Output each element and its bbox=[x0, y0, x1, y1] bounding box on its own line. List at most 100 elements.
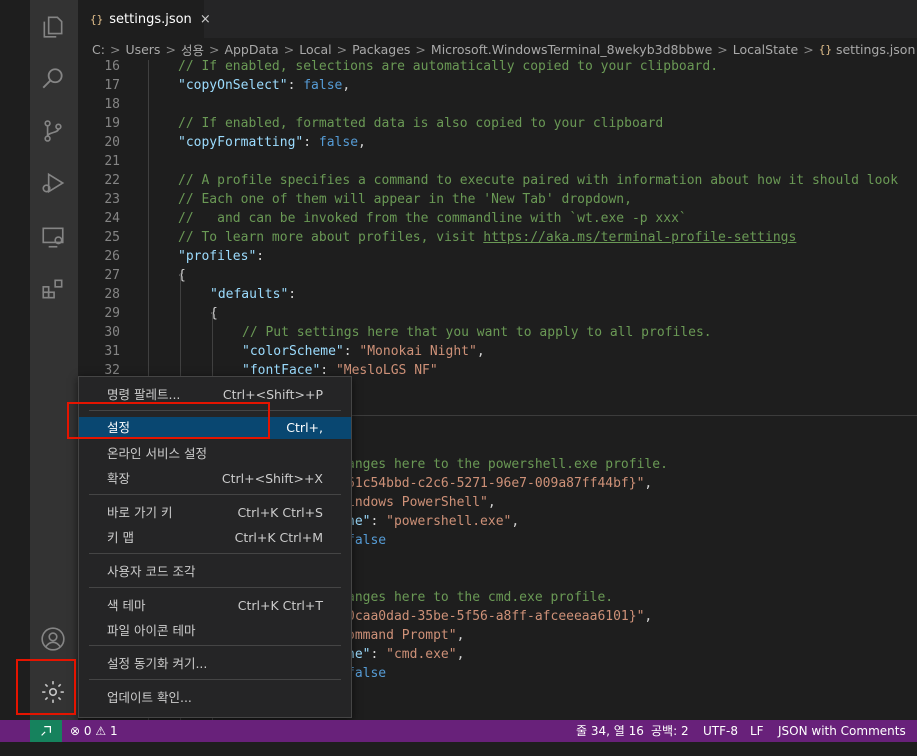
annotation-highlight-settings bbox=[67, 402, 270, 439]
error-count: 0 bbox=[83, 724, 92, 738]
code-line: anges here to the powershell.exe profile… bbox=[347, 457, 668, 472]
encoding[interactable]: UTF-8 bbox=[703, 723, 738, 739]
code-line: 20 "copyFormatting": false, bbox=[78, 133, 917, 152]
json-file-icon: {} bbox=[818, 42, 832, 56]
code-text: // To learn more about profiles, visit h… bbox=[178, 230, 797, 245]
code-line: 18 bbox=[78, 95, 917, 114]
menu-item[interactable]: 키 맵 Ctrl+K Ctrl+M bbox=[79, 527, 351, 549]
code-text: // If enabled, formatted data is also co… bbox=[178, 116, 664, 131]
tab-settings-json[interactable]: {} settings.json × bbox=[78, 0, 211, 38]
code-text: // Each one of them will appear in the '… bbox=[178, 192, 632, 207]
code-line: 31 "colorScheme": "Monokai Night", bbox=[78, 342, 917, 361]
explorer-icon[interactable] bbox=[36, 10, 70, 44]
annotation-highlight-gear bbox=[16, 659, 76, 715]
menu-item-label: 사용자 코드 조각 bbox=[107, 564, 196, 579]
remote-explorer-icon[interactable] bbox=[36, 220, 70, 254]
menu-item-shortcut: Ctrl+K Ctrl+M bbox=[234, 530, 323, 545]
problems-indicator[interactable]: ⊗ 0 ⚠ 1 bbox=[70, 723, 118, 739]
close-icon[interactable]: × bbox=[200, 12, 211, 27]
menu-item-label: 키 맵 bbox=[107, 530, 134, 545]
menu-item[interactable]: 온라인 서비스 설정 bbox=[79, 443, 351, 465]
menu-item[interactable]: 설정 동기화 켜기... bbox=[79, 653, 351, 675]
menu-separator bbox=[89, 587, 341, 588]
code-text: "profiles": bbox=[178, 249, 265, 264]
menu-item-shortcut: Ctrl+K Ctrl+S bbox=[237, 505, 323, 520]
line-number: 20 bbox=[104, 135, 120, 150]
menu-item-shortcut: Ctrl+K Ctrl+T bbox=[237, 598, 323, 613]
tab-title: settings.json bbox=[109, 11, 192, 27]
line-number: 28 bbox=[104, 287, 120, 302]
menu-item[interactable]: 확장 Ctrl+<Shift>+X bbox=[79, 468, 351, 490]
search-icon[interactable] bbox=[36, 62, 70, 96]
warning-icon: ⚠ bbox=[95, 724, 107, 738]
activity-strip bbox=[30, 0, 78, 720]
breadcrumb-item[interactable]: settings.json bbox=[836, 42, 915, 57]
menu-item-label: 확장 bbox=[107, 471, 131, 486]
code-line: 61c54bbd-c2c6-5271-96e7-009a87ff44bf}", bbox=[347, 476, 653, 491]
cursor-position[interactable]: 줄 34, 열 16 bbox=[576, 723, 644, 739]
breadcrumb-item[interactable]: AppData bbox=[224, 42, 278, 57]
line-number: 21 bbox=[104, 154, 120, 169]
code-line: 29{ bbox=[78, 304, 917, 323]
breadcrumb-item[interactable]: Users bbox=[125, 42, 160, 57]
code-line: 28 "defaults": bbox=[78, 285, 917, 304]
line-number: 18 bbox=[104, 97, 120, 112]
breadcrumb-item[interactable]: 성용 bbox=[181, 40, 204, 59]
line-number: 19 bbox=[104, 116, 120, 131]
menu-item[interactable]: 색 테마 Ctrl+K Ctrl+T bbox=[79, 595, 351, 617]
remote-icon bbox=[41, 726, 51, 736]
code-line: 0caa0dad-35be-5f56-a8ff-afceeeaa6101}", bbox=[347, 609, 653, 624]
line-number: 24 bbox=[104, 211, 120, 226]
warning-count: 1 bbox=[109, 724, 118, 738]
line-number: 26 bbox=[104, 249, 120, 264]
menu-item-label: 설정 동기화 켜기... bbox=[107, 656, 208, 671]
breadcrumb-item[interactable]: LocalState bbox=[733, 42, 799, 57]
code-text: // A profile specifies a command to exec… bbox=[178, 173, 899, 188]
code-text: "defaults": bbox=[210, 287, 297, 302]
menu-item[interactable]: 업데이트 확인... bbox=[79, 687, 351, 709]
code-line: 19 // If enabled, formatted data is also … bbox=[78, 114, 917, 133]
code-line: false bbox=[347, 533, 387, 548]
menu-item-shortcut: Ctrl+, bbox=[286, 420, 323, 435]
menu-item[interactable]: 사용자 코드 조각 bbox=[79, 561, 351, 583]
line-number: 22 bbox=[104, 173, 120, 188]
extensions-icon[interactable] bbox=[36, 272, 70, 306]
left-gutter bbox=[0, 0, 30, 720]
source-control-icon[interactable] bbox=[36, 114, 70, 148]
menu-item-label: 색 테마 bbox=[107, 598, 146, 613]
line-number: 23 bbox=[104, 192, 120, 207]
line-number: 25 bbox=[104, 230, 120, 245]
code-text: "colorScheme": "Monokai Night", bbox=[242, 344, 485, 359]
status-bar: ⊗ 0 ⚠ 1 줄 34, 열 16 공백: 2 UTF-8 LF JSON w… bbox=[0, 720, 917, 756]
code-line: anges here to the cmd.exe profile. bbox=[347, 590, 614, 605]
indentation[interactable]: 공백: 2 bbox=[651, 723, 689, 739]
code-line: 16 // If enabled, selections are automati… bbox=[78, 60, 917, 76]
breadcrumb: C: > Users > 성용 > AppData > Local > Packages >… bbox=[78, 38, 917, 60]
menu-separator bbox=[89, 553, 341, 554]
code-text: "copyOnSelect": false, bbox=[178, 78, 351, 93]
menu-separator bbox=[89, 494, 341, 495]
account-icon[interactable] bbox=[36, 622, 70, 656]
menu-item-label: 바로 가기 키 bbox=[107, 505, 173, 520]
menu-item[interactable]: 바로 가기 키 Ctrl+K Ctrl+S bbox=[79, 502, 351, 524]
status-bar-underline bbox=[0, 742, 917, 756]
activity-bar bbox=[0, 0, 78, 720]
menu-item[interactable]: 파일 아이콘 테마 bbox=[79, 620, 351, 642]
menu-item-shortcut: Ctrl+<Shift>+X bbox=[221, 471, 323, 486]
code-line: 25 // To learn more about profiles, visit… bbox=[78, 228, 917, 247]
code-line: 30 // Put settings here that you want to … bbox=[78, 323, 917, 342]
code-text: "copyFormatting": false, bbox=[178, 135, 366, 150]
menu-separator bbox=[89, 679, 341, 680]
code-line: ne": "powershell.exe", bbox=[347, 514, 520, 529]
code-line: 23 // Each one of them will appear in the… bbox=[78, 190, 917, 209]
breadcrumb-item[interactable]: Packages bbox=[352, 42, 410, 57]
run-debug-icon[interactable] bbox=[36, 166, 70, 200]
remote-indicator[interactable] bbox=[30, 720, 62, 742]
end-of-line[interactable]: LF bbox=[750, 723, 764, 739]
menu-item-label: 파일 아이콘 테마 bbox=[107, 623, 196, 638]
language-mode[interactable]: JSON with Comments bbox=[778, 723, 906, 739]
breadcrumb-item[interactable]: Local bbox=[299, 42, 331, 57]
line-number: 27 bbox=[104, 268, 120, 283]
breadcrumb-item[interactable]: C: bbox=[92, 42, 105, 57]
breadcrumb-item[interactable]: Microsoft.WindowsTerminal_8wekyb3d8bbwe bbox=[431, 42, 712, 57]
